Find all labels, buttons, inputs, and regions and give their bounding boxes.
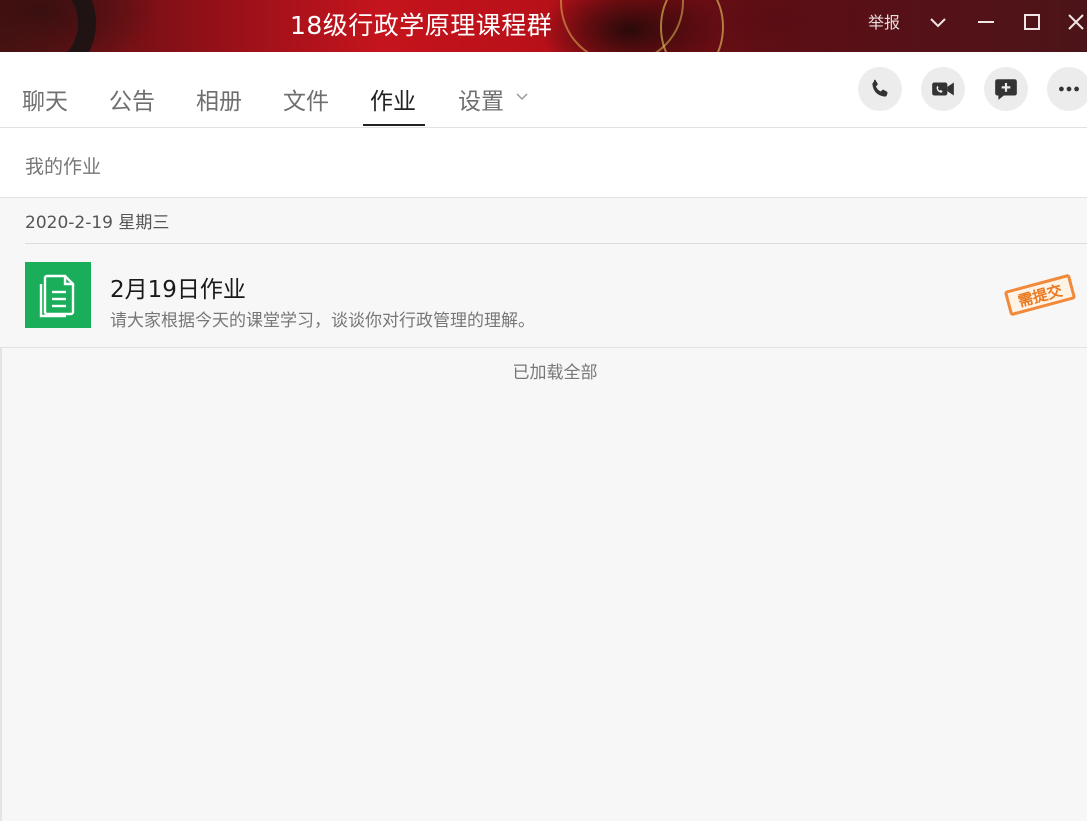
tab-homework[interactable]: 作业	[370, 82, 416, 116]
homework-item[interactable]: 2月19日作业 请大家根据今天的课堂学习，谈谈你对行政管理的理解。 需提交	[0, 244, 1087, 347]
divider	[0, 347, 1087, 348]
panel-edge	[0, 348, 2, 821]
submit-required-stamp: 需提交	[1003, 273, 1077, 317]
tab-settings[interactable]: 设置	[458, 82, 504, 116]
tab-files[interactable]: 文件	[283, 82, 329, 116]
chevron-down-icon[interactable]	[514, 88, 530, 104]
new-message-button[interactable]	[984, 67, 1028, 111]
dropdown-chevron-icon[interactable]	[926, 10, 950, 34]
homework-description: 请大家根据今天的课堂学习，谈谈你对行政管理的理解。	[110, 311, 535, 331]
report-button[interactable]: 举报	[868, 9, 900, 33]
close-icon[interactable]	[1064, 10, 1087, 34]
document-icon	[25, 262, 91, 328]
banner-decoration	[660, 0, 724, 52]
minimize-icon[interactable]	[974, 10, 998, 34]
add-message-icon	[995, 79, 1017, 100]
title-bar: 18级行政学原理课程群 举报	[0, 0, 1087, 52]
more-icon	[1059, 86, 1079, 92]
video-call-button[interactable]	[921, 67, 965, 111]
date-label: 2020-2-19 星期三	[25, 213, 170, 233]
maximize-icon[interactable]	[1020, 10, 1044, 34]
video-call-icon	[932, 82, 954, 96]
homework-title: 2月19日作业	[110, 277, 246, 303]
active-tab-indicator	[363, 124, 425, 126]
section-title: 我的作业	[25, 156, 102, 178]
tab-announcements[interactable]: 公告	[109, 82, 155, 116]
phone-icon	[872, 79, 888, 97]
window-title: 18级行政学原理课程群	[290, 11, 553, 40]
tab-album[interactable]: 相册	[196, 82, 242, 116]
voice-call-button[interactable]	[858, 67, 902, 111]
tab-chat[interactable]: 聊天	[22, 82, 68, 116]
section-header: 我的作业	[0, 128, 1087, 198]
banner-decoration	[0, 0, 96, 52]
more-button[interactable]	[1047, 67, 1087, 111]
loaded-all-label: 已加载全部	[512, 363, 598, 383]
tab-bar: 聊天 公告 相册 文件 作业 设置	[0, 52, 1087, 128]
